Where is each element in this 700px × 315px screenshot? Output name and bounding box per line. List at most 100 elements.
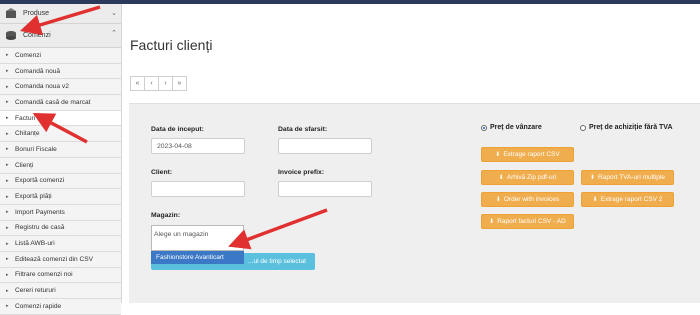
sidebar-item-label: Bonuri Fiscale — [15, 145, 57, 153]
sidebar-section-comenzi[interactable]: Comenzi ⌃ — [0, 24, 121, 48]
pagination: « ‹ › » — [130, 76, 187, 91]
caret-right-icon: ▸ — [6, 99, 9, 106]
sidebar-item[interactable]: ▸ Chitanțe — [0, 126, 121, 143]
sidebar-item[interactable]: ▸ Import Payments — [0, 204, 121, 221]
chevron-up-icon: ⌃ — [111, 30, 117, 37]
store-option[interactable]: Fashionstore Avanticart — [151, 251, 244, 264]
store-label: Magazin: — [151, 212, 181, 219]
main-content: Facturi clienți « ‹ › » Data de inceput:… — [122, 4, 700, 303]
sidebar-item[interactable]: ▸ Comandă nouă — [0, 63, 121, 80]
client-field[interactable] — [151, 181, 245, 197]
caret-right-icon: ▸ — [6, 83, 9, 90]
end-date-field[interactable] — [278, 138, 372, 154]
button-label: Raport TVA-uri multiple — [598, 174, 665, 181]
caret-right-icon: ▸ — [6, 68, 9, 75]
radio-purchase-price[interactable]: Preț de achiziție fără TVA — [580, 124, 673, 131]
sidebar-item-label: Comandă casă de marcat — [15, 98, 91, 106]
sidebar: Produse ⌄ Comenzi ⌃ ▸ Comenzi ▸ Comandă nou… — [0, 4, 122, 315]
download-icon: ⬇ — [590, 175, 596, 181]
vat-report-button[interactable]: ⬇ Raport TVA-uri multiple — [581, 170, 674, 185]
extract-csv-button[interactable]: ⬇ Extrage raport CSV — [481, 147, 574, 162]
sidebar-item[interactable]: ▸ Comanda noua v2 — [0, 79, 121, 96]
submit-label: …ul de timp selectat — [247, 258, 306, 265]
sidebar-item-label: Clienți — [15, 161, 34, 169]
extract-csv-2-button[interactable]: ⬇ Extrage raport CSV 2 — [581, 192, 674, 207]
sidebar-item[interactable]: ▸ Clienți — [0, 157, 121, 174]
sidebar-item[interactable]: ▸ Facturi — [0, 110, 121, 127]
sidebar-item-label: Comandă nouă — [15, 67, 61, 75]
download-icon: ⬇ — [495, 197, 501, 203]
zip-archive-button[interactable]: ⬇ Arhivă Zip pdf-uri — [481, 170, 574, 185]
download-icon: ⬇ — [489, 219, 495, 225]
sidebar-item-label: Facturi — [15, 114, 36, 122]
caret-right-icon: ▸ — [6, 193, 9, 200]
button-label: Raport facturi CSV - AD — [497, 218, 566, 225]
client-label: Client: — [151, 169, 173, 176]
first-page-button[interactable]: « — [130, 76, 145, 91]
caret-right-icon: ▸ — [6, 209, 9, 216]
sidebar-item[interactable]: ▸ Listă AWB-uri — [0, 236, 121, 252]
end-date-label: Data de sfarsit: — [278, 126, 328, 133]
download-icon: ⬇ — [498, 175, 504, 181]
start-date-label: Data de inceput: — [151, 126, 204, 133]
sidebar-item[interactable]: ▸ Comandă casă de marcat — [0, 95, 121, 111]
download-icon: ⬇ — [592, 197, 598, 203]
sidebar-item-label: Comenzi — [15, 51, 42, 59]
button-label: Extrage raport CSV — [503, 151, 560, 158]
caret-right-icon: ▸ — [6, 115, 9, 122]
chevron-down-icon: ⌄ — [111, 10, 117, 17]
box-icon — [4, 8, 18, 20]
sidebar-item[interactable]: ▸ Editează comenzi din CSV — [0, 251, 121, 268]
sidebar-item-label: Exportă plăți — [15, 193, 52, 201]
sidebar-item-label: Listă AWB-uri — [15, 240, 55, 248]
sidebar-section-label: Comenzi — [23, 32, 51, 39]
sidebar-item[interactable]: ▸ Cereri retururi — [0, 283, 121, 299]
download-icon: ⬇ — [495, 152, 501, 158]
prev-page-button[interactable]: ‹ — [144, 76, 159, 91]
last-page-button[interactable]: » — [172, 76, 187, 91]
caret-right-icon: ▸ — [6, 224, 9, 231]
coins-icon — [4, 30, 18, 42]
sidebar-item[interactable]: ▸ Comenzi — [0, 48, 121, 64]
start-date-field[interactable]: 2023-04-08 — [151, 138, 245, 154]
sidebar-item[interactable]: ▸ Filtrare comenzi noi — [0, 267, 121, 284]
sidebar-section-label: Produse — [23, 10, 50, 17]
sidebar-item-label: Editează comenzi din CSV — [15, 255, 94, 263]
radio-selected-icon — [481, 124, 487, 131]
caret-right-icon: ▸ — [6, 240, 9, 247]
caret-right-icon: ▸ — [6, 287, 9, 294]
sidebar-item[interactable]: ▸ Comenzi rapide — [0, 299, 121, 315]
sidebar-item-label: Import Payments — [15, 208, 65, 216]
sidebar-item[interactable]: ▸ Registru de casă — [0, 220, 121, 237]
radio-unselected-icon — [580, 124, 586, 131]
invoice-prefix-field[interactable] — [278, 181, 372, 197]
sidebar-item-label: Comanda noua v2 — [15, 83, 69, 91]
radio-label: Preț de vânzare — [490, 124, 542, 131]
sidebar-item-label: Filtrare comenzi noi — [15, 271, 73, 279]
caret-right-icon: ▸ — [6, 271, 9, 278]
sidebar-item-label: Registru de casă — [15, 224, 65, 232]
sidebar-item[interactable]: ▸ Exportă comenzi — [0, 173, 121, 190]
filter-panel: Data de inceput: 2023-04-08 Data de sfar… — [129, 103, 700, 303]
sidebar-item-label: Cereri retururi — [15, 287, 56, 295]
sidebar-item-label: Exportă comenzi — [15, 177, 65, 185]
order-with-invoices-button[interactable]: ⬇ Order with invoices — [481, 192, 574, 207]
caret-right-icon: ▸ — [6, 256, 9, 263]
sidebar-item[interactable]: ▸ Exportă plăți — [0, 189, 121, 205]
next-page-button[interactable]: › — [158, 76, 173, 91]
sidebar-item-label: Comenzi rapide — [15, 302, 62, 310]
invoice-report-ad-button[interactable]: ⬇ Raport facturi CSV - AD — [481, 214, 574, 229]
caret-right-icon: ▸ — [6, 146, 9, 153]
store-select-placeholder: Alege un magazin — [154, 231, 209, 238]
sidebar-section-produse[interactable]: Produse ⌄ — [0, 4, 121, 24]
button-label: Extrage raport CSV 2 — [600, 196, 663, 203]
page-title: Facturi clienți — [130, 37, 213, 53]
radio-sale-price[interactable]: Preț de vânzare — [481, 124, 542, 131]
caret-right-icon: ▸ — [6, 52, 9, 59]
sidebar-item[interactable]: ▸ Bonuri Fiscale — [0, 142, 121, 158]
caret-right-icon: ▸ — [6, 162, 9, 169]
store-select[interactable]: Alege un magazin — [151, 225, 244, 251]
sidebar-item-label: Chitanțe — [15, 130, 40, 138]
button-label: Order with invoices — [503, 196, 560, 203]
button-label: Arhivă Zip pdf-uri — [506, 174, 557, 181]
